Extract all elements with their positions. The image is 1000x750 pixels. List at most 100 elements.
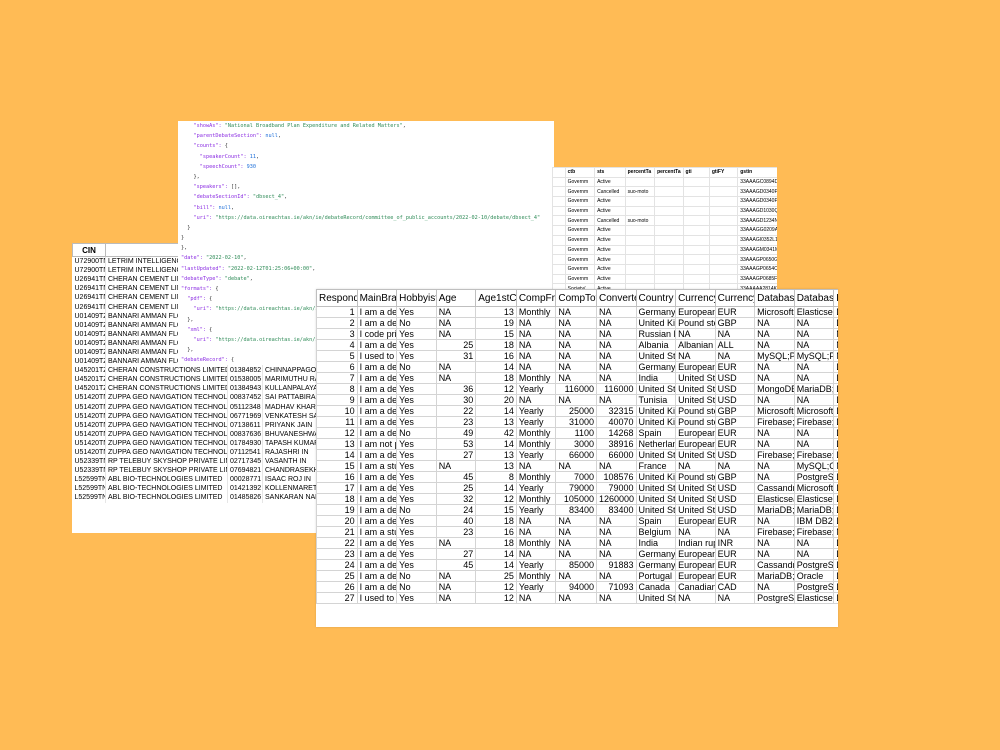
table-cell[interactable]: NA — [555, 339, 597, 351]
table-cell[interactable]: Yes — [396, 460, 437, 472]
table-cell[interactable]: NA — [754, 339, 795, 351]
table-cell[interactable]: 01485826 — [227, 493, 263, 503]
table-cell[interactable]: 01384943 — [227, 384, 263, 394]
table-cell[interactable]: EUR — [714, 427, 756, 439]
table-cell[interactable]: 116000 — [595, 383, 637, 395]
table-cell[interactable]: 33AAAGG0209A1ZG — [737, 225, 777, 236]
table-cell[interactable]: NA — [435, 328, 477, 340]
table-cell[interactable]: United Sta — [635, 383, 677, 395]
table-cell[interactable] — [624, 176, 656, 188]
table-cell[interactable]: NA — [595, 537, 637, 549]
table-cell[interactable]: 8 — [316, 383, 358, 395]
table-cell[interactable]: MADHAV KHARE — [262, 402, 316, 412]
table-cell[interactable] — [708, 254, 739, 265]
table-cell[interactable]: Yes — [396, 383, 437, 395]
table-cell[interactable]: GBP — [714, 416, 756, 428]
table-cell[interactable]: I am a dev — [356, 449, 398, 461]
table-cell[interactable]: NA — [555, 394, 597, 406]
table-cell[interactable]: I used to b — [356, 592, 398, 604]
table-cell[interactable]: ZUPPA GEO NAVIGATION TECHNOLOGIES — [105, 438, 228, 448]
table-cell[interactable]: NA — [754, 438, 795, 450]
table-cell[interactable]: 02717345 — [227, 457, 263, 467]
table-cell[interactable]: Indian rup — [675, 537, 716, 549]
table-cell[interactable]: Monthly — [515, 471, 557, 483]
table-cell[interactable]: Yearly — [515, 416, 557, 428]
table-cell[interactable] — [708, 186, 739, 198]
table-cell[interactable]: Yes — [396, 526, 437, 538]
table-cell[interactable]: 16 — [475, 350, 517, 362]
table-cell[interactable] — [682, 273, 710, 285]
table-cell[interactable]: U51420TN — [72, 402, 106, 412]
table-cell[interactable]: NA — [833, 339, 838, 351]
table-cell[interactable] — [682, 205, 710, 217]
table-cell[interactable]: 31 — [435, 350, 477, 362]
table-cell[interactable]: PostgreSC — [793, 581, 835, 593]
table-cell[interactable] — [682, 225, 710, 236]
table-cell[interactable]: NA — [555, 592, 597, 604]
table-cell[interactable]: 7 — [316, 372, 358, 384]
table-cell[interactable]: Yes — [396, 405, 437, 417]
table-cell[interactable]: Active — [594, 205, 626, 217]
table-cell[interactable]: Active — [594, 263, 626, 275]
table-cell[interactable]: Governm — [564, 254, 596, 265]
table-cell[interactable]: NA — [515, 592, 557, 604]
table-cell[interactable]: NA — [595, 361, 637, 373]
table-cell[interactable]: 07694821 — [227, 466, 263, 476]
table-cell[interactable] — [682, 263, 710, 275]
table-cell[interactable]: 38916 — [595, 438, 637, 450]
table-cell[interactable]: NA — [555, 515, 597, 527]
table-cell[interactable] — [708, 273, 739, 285]
table-cell[interactable]: NA — [793, 427, 835, 439]
column-header[interactable]: CurrencyS — [714, 289, 756, 307]
table-cell[interactable]: ALL — [714, 339, 756, 351]
table-cell[interactable]: Active — [594, 273, 626, 285]
table-cell[interactable]: No — [396, 581, 437, 593]
table-cell[interactable]: Monthly — [515, 372, 557, 384]
table-cell[interactable]: U26941TN — [72, 293, 106, 303]
table-cell[interactable]: 07138611 — [227, 420, 263, 430]
table-cell[interactable]: 49 — [435, 427, 477, 439]
table-cell[interactable]: 8 — [475, 471, 517, 483]
table-cell[interactable]: 22 — [316, 537, 358, 549]
table-cell[interactable]: Yes — [396, 328, 437, 340]
table-cell[interactable]: Yes — [396, 493, 437, 505]
table-cell[interactable]: NA — [555, 328, 597, 340]
table-cell[interactable]: 33AAAGD1234N1ZP — [737, 215, 777, 227]
table-cell[interactable]: Yes — [396, 548, 437, 560]
table-cell[interactable]: 33AAAGM0341M1ZK — [737, 244, 777, 256]
table-cell[interactable]: INR — [714, 537, 756, 549]
table-cell[interactable]: NA — [675, 328, 716, 340]
table-cell[interactable]: NA — [555, 306, 597, 318]
table-cell[interactable]: Governm — [564, 234, 596, 246]
table-cell[interactable]: Active — [594, 244, 626, 256]
table-cell[interactable]: NA — [435, 372, 477, 384]
table-cell[interactable]: 83400 — [555, 504, 597, 516]
table-cell[interactable]: 1100 — [555, 427, 597, 439]
table-cell[interactable]: EUR — [714, 515, 756, 527]
table-cell[interactable]: MongoDB — [754, 383, 795, 395]
table-cell[interactable]: Devel — [833, 559, 838, 571]
table-cell[interactable]: Elasticsea — [754, 493, 795, 505]
table-cell[interactable]: 45 — [435, 471, 477, 483]
table-cell[interactable]: NA — [793, 361, 835, 373]
table-cell[interactable]: RAJASHRI IN — [262, 447, 316, 458]
table-cell[interactable]: I am a dev — [356, 559, 398, 571]
table-cell[interactable]: European — [675, 570, 716, 582]
table-cell[interactable]: VENKATESH SAI — [262, 411, 316, 421]
table-cell[interactable]: Yearly — [515, 405, 557, 417]
table-cell[interactable]: NA — [555, 350, 597, 362]
table-cell[interactable]: Pound ste — [675, 416, 716, 428]
table-cell[interactable]: ABL BIO-TECHNOLOGIES LIMITED — [105, 493, 228, 503]
table-cell[interactable]: I am a dev — [356, 306, 398, 318]
table-cell[interactable]: NA — [595, 306, 637, 318]
table-cell[interactable]: Russian Fe — [635, 328, 677, 340]
table-cell[interactable] — [552, 167, 566, 178]
table-cell[interactable]: NA — [714, 328, 756, 340]
table-cell[interactable] — [682, 186, 710, 198]
table-cell[interactable]: CHERAN CONSTRUCTIONS LIMITED — [105, 384, 228, 394]
table-cell[interactable]: 27 — [435, 449, 477, 461]
table-cell[interactable]: Monthly — [515, 438, 557, 450]
column-header[interactable]: sts — [594, 167, 626, 178]
table-cell[interactable]: Active — [594, 196, 626, 207]
table-cell[interactable]: NA — [515, 328, 557, 340]
